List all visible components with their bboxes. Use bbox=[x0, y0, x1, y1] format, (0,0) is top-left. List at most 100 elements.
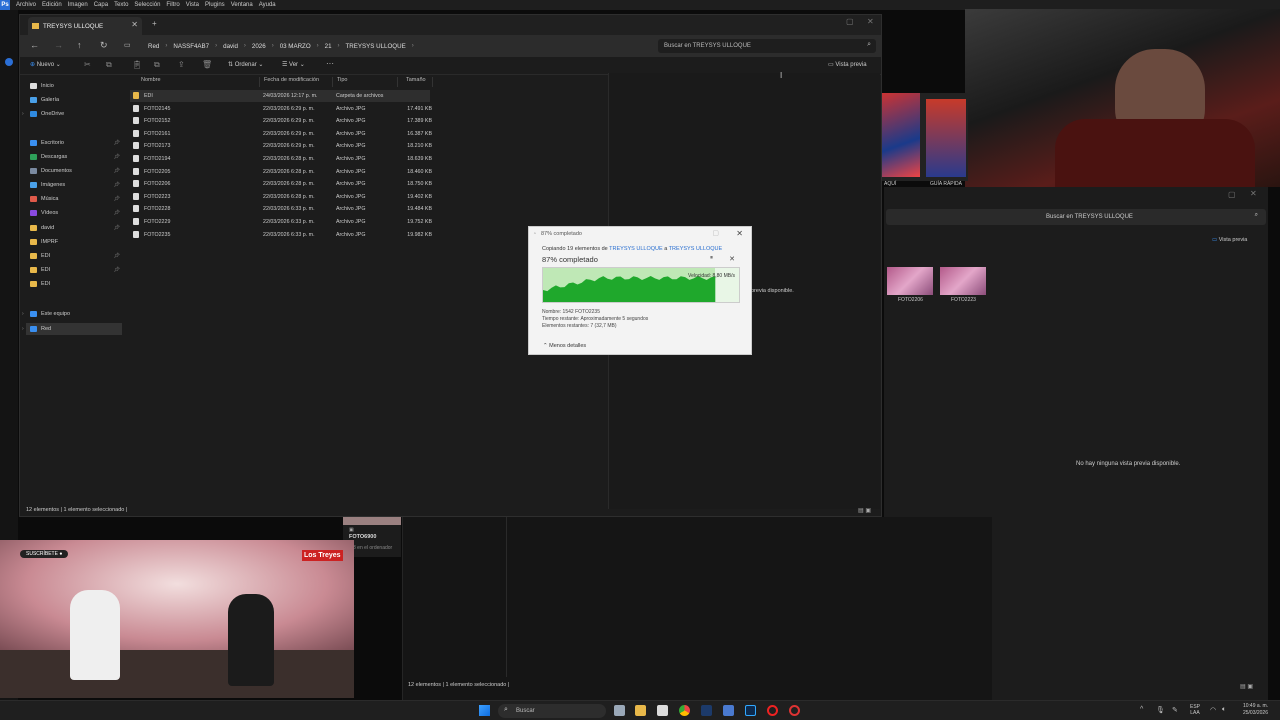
close-icon[interactable]: ✕ bbox=[1250, 189, 1257, 198]
pen-icon[interactable]: ✎ bbox=[1172, 706, 1178, 714]
language-indicator[interactable]: ESP LAA bbox=[1190, 704, 1200, 716]
home-icon[interactable] bbox=[5, 58, 13, 66]
crumb-21[interactable]: 21 bbox=[325, 43, 332, 50]
pin-icon[interactable]: 📌︎ bbox=[114, 196, 120, 202]
task-view-icon[interactable] bbox=[614, 705, 625, 716]
sidebar-item-musica[interactable]: Música 📌︎ bbox=[26, 193, 122, 205]
view-toggle-icon[interactable]: ▤ ▣ bbox=[858, 507, 871, 514]
source-link[interactable]: TREYSYS ULLOQUE bbox=[609, 246, 663, 252]
search-icon[interactable]: ⌕ bbox=[867, 41, 871, 49]
sidebar-item-edi-3[interactable]: EDI bbox=[26, 278, 122, 290]
chevron-up-icon[interactable]: ^ bbox=[1140, 706, 1143, 713]
table-row[interactable]: FOTO2194 22/03/2026 6:28 p. m. Archivo JPG… bbox=[130, 153, 432, 165]
volume-icon[interactable]: 🔈︎ bbox=[1222, 706, 1226, 714]
column-type[interactable]: Tipo bbox=[334, 77, 398, 87]
tab-treysys[interactable]: TREYSYS ULLOQUE ✕ bbox=[28, 17, 142, 35]
microphone-icon[interactable]: 🎙︎ bbox=[1156, 706, 1165, 714]
copy-icon[interactable]: ⧉ bbox=[106, 60, 112, 70]
table-row[interactable]: FOTO2229 22/03/2026 6:33 p. m. Archivo JPG… bbox=[130, 216, 432, 228]
menu-edicion[interactable]: Edición bbox=[42, 2, 62, 8]
view-toggle-icon[interactable]: ▤ ▣ bbox=[1240, 683, 1253, 690]
cut-icon[interactable]: ✂ bbox=[84, 60, 91, 69]
destination-link[interactable]: TREYSYS ULLOQUE bbox=[669, 246, 723, 252]
close-icon[interactable]: ✕ bbox=[736, 229, 743, 238]
chrome-icon[interactable] bbox=[679, 705, 690, 716]
sidebar-item-imagenes[interactable]: Imágenes 📌︎ bbox=[26, 179, 122, 191]
lightroom-icon[interactable] bbox=[701, 705, 712, 716]
table-row[interactable]: FOTO2152 22/03/2026 6:29 p. m. Archivo JPG… bbox=[130, 115, 432, 127]
table-row[interactable]: FOTO2145 22/03/2026 6:29 p. m. Archivo JPG… bbox=[130, 103, 432, 115]
menu-capa[interactable]: Capa bbox=[94, 2, 108, 8]
new-button[interactable]: ⊕ Nuevo ⌄ bbox=[30, 61, 61, 68]
app-icon-red[interactable] bbox=[789, 705, 800, 716]
sidebar-item-onedrive[interactable]: › OneDrive bbox=[22, 108, 122, 120]
menu-ventana[interactable]: Ventana bbox=[231, 2, 253, 8]
up-icon[interactable]: ↑ bbox=[77, 40, 82, 50]
sidebar-item-galeria[interactable]: Galería bbox=[26, 94, 122, 106]
windows-start-icon[interactable] bbox=[479, 705, 490, 716]
crumb-2026[interactable]: 2026 bbox=[252, 43, 266, 50]
pin-icon[interactable]: 📌︎ bbox=[114, 225, 120, 231]
view-button[interactable]: ☰ Ver ⌄ bbox=[282, 61, 305, 68]
sidebar-item-david[interactable]: david 📌︎ bbox=[26, 222, 122, 234]
pin-icon[interactable]: 📌︎ bbox=[114, 182, 120, 188]
sidebar-item-videos[interactable]: Vídeos 📌︎ bbox=[26, 207, 122, 219]
file-explorer-icon[interactable] bbox=[635, 705, 646, 716]
pin-icon[interactable]: 📌︎ bbox=[114, 253, 120, 259]
back-icon[interactable]: ← bbox=[30, 40, 39, 50]
pin-icon[interactable]: 📌︎ bbox=[114, 140, 120, 146]
menu-texto[interactable]: Texto bbox=[114, 2, 128, 8]
share-icon[interactable]: ⇪ bbox=[178, 60, 185, 69]
sidebar-item-imprf[interactable]: IMPRF bbox=[26, 236, 122, 248]
pause-icon[interactable]: ⏸ bbox=[710, 255, 713, 262]
sidebar-item-este-equipo[interactable]: › Este equipo bbox=[22, 308, 122, 320]
minimize-icon[interactable]: ▢ bbox=[712, 229, 719, 237]
search-input[interactable]: Buscar en TREYSYS ULLOQUE ⌕ bbox=[886, 209, 1266, 225]
sidebar-item-descargas[interactable]: Descargas 📌︎ bbox=[26, 151, 122, 163]
sidebar-item-documentos[interactable]: Documentos 📌︎ bbox=[26, 165, 122, 177]
table-row[interactable]: FOTO2205 22/03/2026 6:28 p. m. Archivo JPG… bbox=[130, 166, 432, 178]
crumb-treysys[interactable]: TREYSYS ULLOQUE bbox=[346, 43, 406, 50]
crumb-marzo[interactable]: 03 MARZO bbox=[280, 43, 311, 50]
taskbar-search[interactable]: ⌕ Buscar bbox=[498, 704, 606, 718]
app-thumbnail-1[interactable] bbox=[882, 93, 920, 177]
pin-icon[interactable]: 📌︎ bbox=[114, 210, 120, 216]
crumb-david[interactable]: david bbox=[223, 43, 238, 50]
thumbnail-foto2206[interactable] bbox=[887, 267, 933, 295]
table-row[interactable]: FOTO2206 22/03/2026 6:28 p. m. Archivo JPG… bbox=[130, 178, 432, 190]
less-details-button[interactable]: ⌃ Menos detalles bbox=[543, 343, 586, 349]
app-icon[interactable] bbox=[723, 705, 734, 716]
search-input[interactable]: Buscar en TREYSYS ULLOQUE ⌕ bbox=[658, 39, 876, 53]
preview-toggle[interactable]: ▭ Vista previa bbox=[828, 61, 867, 68]
table-row[interactable]: FOTO2173 22/03/2026 6:29 p. m. Archivo JPG… bbox=[130, 140, 432, 152]
column-date[interactable]: Fecha de modificación bbox=[261, 77, 333, 87]
column-name[interactable]: Nombre bbox=[138, 77, 260, 87]
new-tab-icon[interactable]: + bbox=[152, 19, 157, 28]
table-row[interactable]: FOTO2223 22/03/2026 6:28 p. m. Archivo JPG… bbox=[130, 191, 432, 203]
menu-archivo[interactable]: Archivo bbox=[16, 2, 36, 8]
menu-vista[interactable]: Vista bbox=[186, 2, 199, 8]
table-row[interactable]: FOTO2161 22/03/2026 6:29 p. m. Archivo JPG… bbox=[130, 128, 432, 140]
photoshop-taskbar-icon[interactable] bbox=[745, 705, 756, 716]
menu-seleccion[interactable]: Selección bbox=[134, 2, 160, 8]
chevron-right-icon[interactable]: › bbox=[22, 311, 24, 317]
table-row[interactable]: EDI 24/03/2026 12:17 p. m. Carpeta de arch… bbox=[130, 90, 430, 102]
wifi-icon[interactable]: ◠ bbox=[1210, 706, 1216, 714]
sort-button[interactable]: ⇅ Ordenar ⌄ bbox=[228, 61, 263, 68]
more-options-button[interactable]: ··· bbox=[326, 59, 334, 68]
pin-icon[interactable]: 📌︎ bbox=[114, 154, 120, 160]
app-thumbnail-2[interactable] bbox=[926, 99, 966, 177]
crumb-nas[interactable]: NASSF4AB7 bbox=[173, 43, 209, 50]
preview-toggle[interactable]: ▭ Vista previa bbox=[1212, 237, 1247, 243]
clock[interactable]: 10:49 a. m. 25/03/2026 bbox=[1243, 703, 1268, 717]
delete-icon[interactable]: 🗑︎ bbox=[202, 60, 212, 69]
minimize-icon[interactable]: ▢ bbox=[846, 17, 854, 26]
rename-icon[interactable]: ⧉ bbox=[154, 60, 160, 70]
thumbnail-foto2223[interactable] bbox=[940, 267, 986, 295]
search-icon[interactable]: ⌕ bbox=[1255, 212, 1258, 219]
refresh-icon[interactable]: ↻ bbox=[100, 40, 108, 51]
close-window-icon[interactable]: ✕ bbox=[867, 17, 874, 26]
menu-plugins[interactable]: Plugins bbox=[205, 2, 225, 8]
cancel-icon[interactable]: ✕ bbox=[729, 255, 735, 263]
sidebar-item-edi-2[interactable]: EDI 📌︎ bbox=[26, 264, 122, 276]
